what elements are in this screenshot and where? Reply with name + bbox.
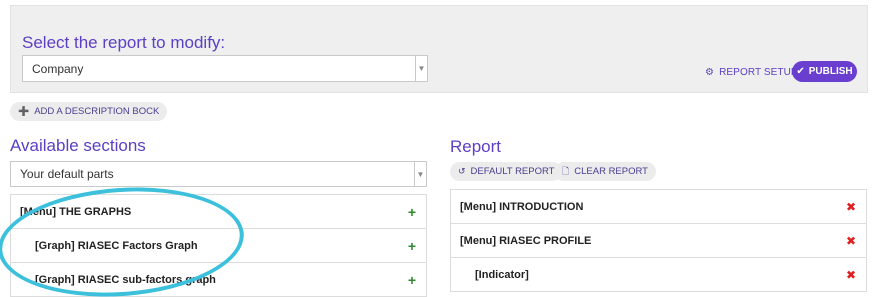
list-item-label: [Menu] THE GRAPHS (20, 205, 132, 218)
gear-icon: ⚙ (705, 66, 715, 78)
plus-icon[interactable]: + (408, 204, 416, 220)
available-sections-title: Available sections (10, 136, 146, 155)
report-select-value: Company (32, 61, 84, 76)
list-item-label: [Indicator] (475, 268, 529, 281)
remove-icon[interactable]: ✖ (846, 200, 856, 214)
check-icon: ✔ (796, 66, 805, 77)
publish-label: PUBLISH (808, 66, 853, 77)
report-sections-list: [Menu] INTRODUCTION ✖ [Menu] RIASEC PROF… (450, 189, 867, 292)
add-description-label: ADD A DESCRIPTION BOCK (34, 106, 160, 117)
parts-select[interactable]: Your default parts ▼ (10, 161, 427, 187)
report-title: Report (450, 137, 502, 156)
report-setup-label: REPORT SETUP (719, 66, 798, 78)
default-report-button[interactable]: ↺ DEFAULT REPORT (450, 162, 563, 181)
plus-circle-icon: ➕ (18, 106, 30, 116)
list-item-label: [Graph] RIASEC Factors Graph (35, 239, 198, 252)
clear-report-button[interactable]: 🗋 CLEAR REPORT (554, 162, 656, 181)
list-item[interactable]: [Menu] INTRODUCTION ✖ (451, 190, 866, 224)
report-setup-button[interactable]: ⚙ REPORT SETUP (705, 61, 798, 83)
plus-icon[interactable]: + (408, 272, 416, 288)
page-title: Select the report to modify: (22, 33, 226, 52)
list-item-label: [Menu] INTRODUCTION (460, 200, 584, 213)
remove-icon[interactable]: ✖ (846, 234, 856, 248)
list-item[interactable]: [Menu] RIASEC PROFILE ✖ (451, 224, 866, 258)
list-item[interactable]: [Indicator] ✖ (451, 258, 866, 292)
add-description-block-button[interactable]: ➕ ADD A DESCRIPTION BOCK (10, 102, 168, 121)
chevron-down-icon: ▼ (415, 56, 427, 81)
report-select[interactable]: Company ▼ (22, 55, 428, 82)
report-selector-panel: Select the report to modify: Company ▼ ⚙… (10, 5, 868, 93)
chevron-down-icon: ▼ (414, 162, 426, 186)
list-item[interactable]: [Graph] RIASEC Factors Graph + (11, 229, 426, 263)
default-report-label: DEFAULT REPORT (470, 166, 555, 177)
list-item-label: [Graph] RIASEC sub-factors graph (35, 273, 216, 286)
clear-report-label: CLEAR REPORT (574, 166, 648, 177)
list-item-label: [Menu] RIASEC PROFILE (460, 234, 592, 247)
document-icon: 🗋 (562, 165, 570, 176)
refresh-icon: ↺ (458, 166, 466, 176)
available-sections-list: [Menu] THE GRAPHS + [Graph] RIASEC Facto… (10, 194, 427, 297)
list-item[interactable]: [Menu] THE GRAPHS + (11, 195, 426, 229)
parts-select-value: Your default parts (20, 167, 114, 181)
publish-button[interactable]: ✔ PUBLISH (792, 61, 857, 82)
list-item[interactable]: [Graph] RIASEC sub-factors graph + (11, 263, 426, 297)
plus-icon[interactable]: + (408, 238, 416, 254)
remove-icon[interactable]: ✖ (846, 268, 856, 282)
